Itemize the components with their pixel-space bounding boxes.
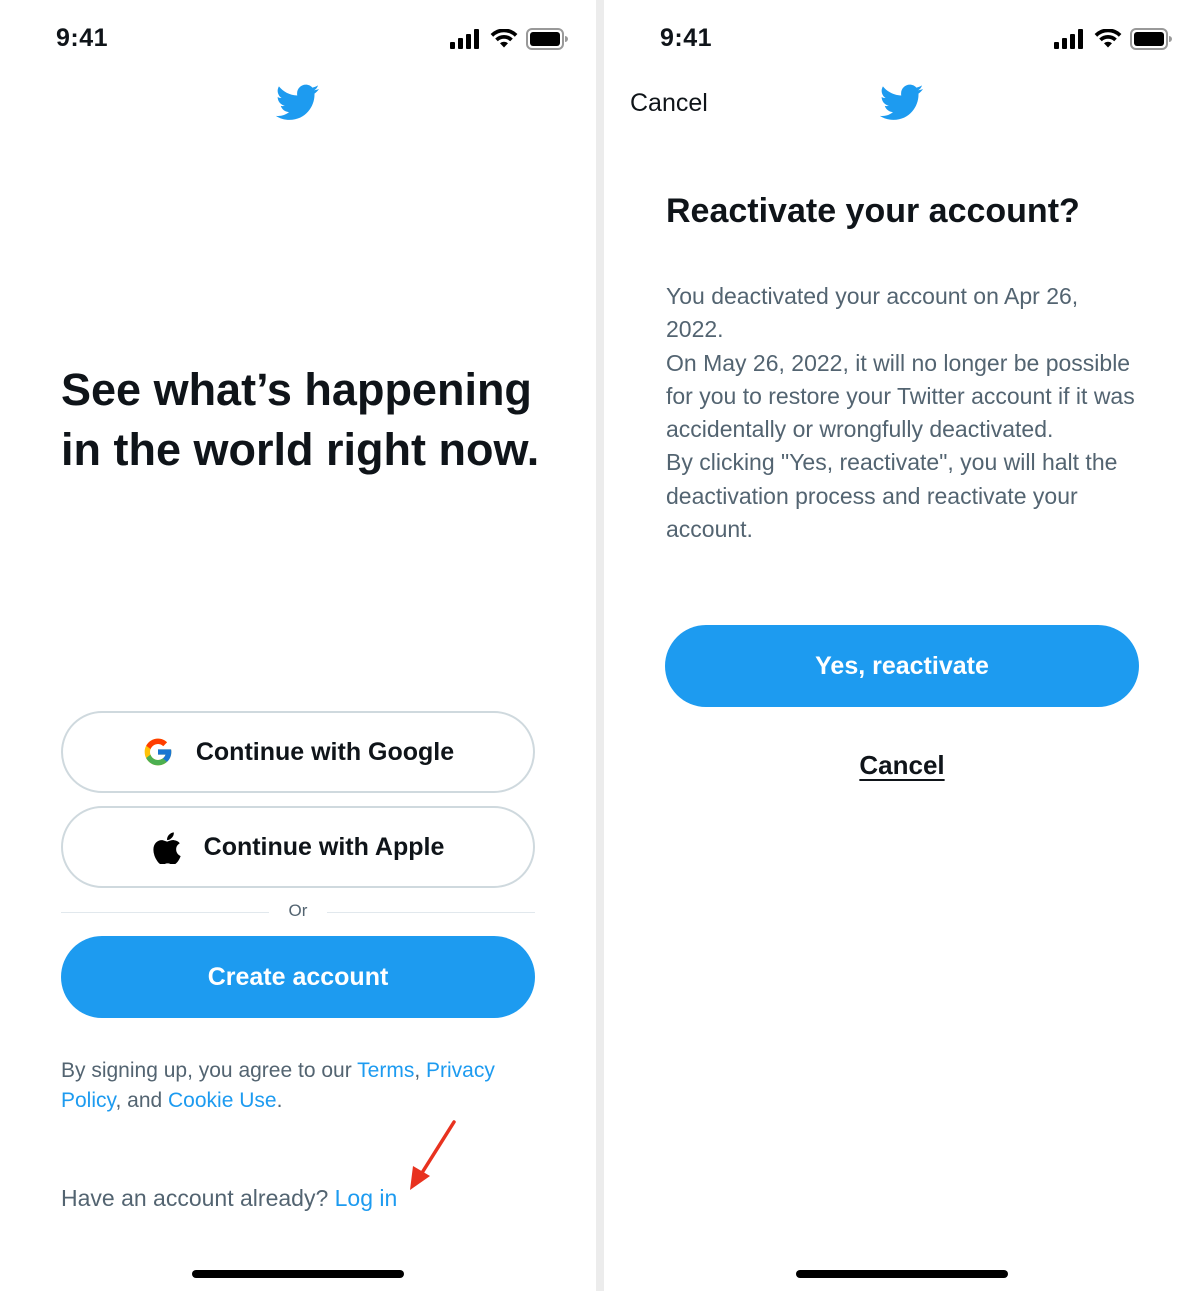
login-screen: 9:41 See what’s happening in the world r… bbox=[0, 0, 596, 1291]
wifi-icon bbox=[1094, 29, 1122, 48]
battery-icon bbox=[1130, 28, 1172, 50]
reactivate-description: You deactivated your account on Apr 26, … bbox=[666, 280, 1136, 546]
status-icons bbox=[450, 28, 568, 50]
login-prompt: Have an account already? bbox=[61, 1185, 335, 1211]
twitter-bird-icon bbox=[276, 84, 320, 120]
cellular-signal-icon bbox=[1054, 29, 1083, 49]
log-in-link[interactable]: Log in bbox=[335, 1185, 398, 1211]
screen-divider bbox=[596, 0, 604, 1291]
legal-text: By signing up, you agree to our Terms, P… bbox=[61, 1056, 541, 1116]
status-time: 9:41 bbox=[660, 24, 713, 52]
apple-button-label: Continue with Apple bbox=[203, 832, 445, 861]
red-arrow-icon bbox=[410, 1120, 456, 1190]
or-divider: Or bbox=[61, 900, 535, 924]
legal-prefix: By signing up, you agree to our bbox=[61, 1059, 358, 1082]
create-account-button[interactable]: Create account bbox=[61, 936, 535, 1018]
status-icons bbox=[1054, 28, 1172, 50]
apple-logo-icon bbox=[152, 830, 182, 864]
halt-deactivation-text: By clicking "Yes, reactivate", you will … bbox=[666, 449, 1118, 543]
legal-period: . bbox=[276, 1089, 283, 1112]
cookie-use-link[interactable]: Cookie Use bbox=[168, 1089, 277, 1112]
google-g-icon bbox=[142, 736, 174, 768]
reactivate-title: Reactivate your account? bbox=[666, 192, 1080, 230]
wifi-icon bbox=[490, 29, 518, 48]
cancel-button[interactable]: Cancel bbox=[604, 750, 1200, 781]
status-time: 9:41 bbox=[56, 24, 109, 52]
twitter-bird-icon bbox=[880, 84, 924, 120]
yes-reactivate-button[interactable]: Yes, reactivate bbox=[665, 625, 1139, 707]
headline: See what’s happening in the world right … bbox=[61, 364, 540, 475]
home-indicator bbox=[192, 1270, 404, 1278]
terms-link[interactable]: Terms bbox=[357, 1059, 414, 1082]
reactivate-screen: 9:41 Cancel Reactivate your account? You… bbox=[604, 0, 1200, 1291]
cellular-signal-icon bbox=[450, 29, 479, 49]
battery-icon bbox=[526, 28, 568, 50]
legal-comma: , bbox=[414, 1059, 426, 1082]
legal-and: , and bbox=[115, 1089, 169, 1112]
google-button-label: Continue with Google bbox=[195, 737, 455, 766]
or-label: Or bbox=[288, 901, 308, 920]
divider-line-right bbox=[327, 912, 535, 913]
cancel-nav-button[interactable]: Cancel bbox=[630, 89, 708, 118]
home-indicator bbox=[796, 1270, 1008, 1278]
login-row: Have an account already? Log in bbox=[61, 1185, 397, 1212]
deactivation-date-text: You deactivated your account on Apr 26, … bbox=[666, 283, 1079, 343]
continue-with-google-button[interactable]: Continue with Google bbox=[61, 711, 535, 793]
continue-with-apple-button[interactable]: Continue with Apple bbox=[61, 806, 535, 888]
restore-deadline-text: On May 26, 2022, it will no longer be po… bbox=[666, 349, 1135, 443]
